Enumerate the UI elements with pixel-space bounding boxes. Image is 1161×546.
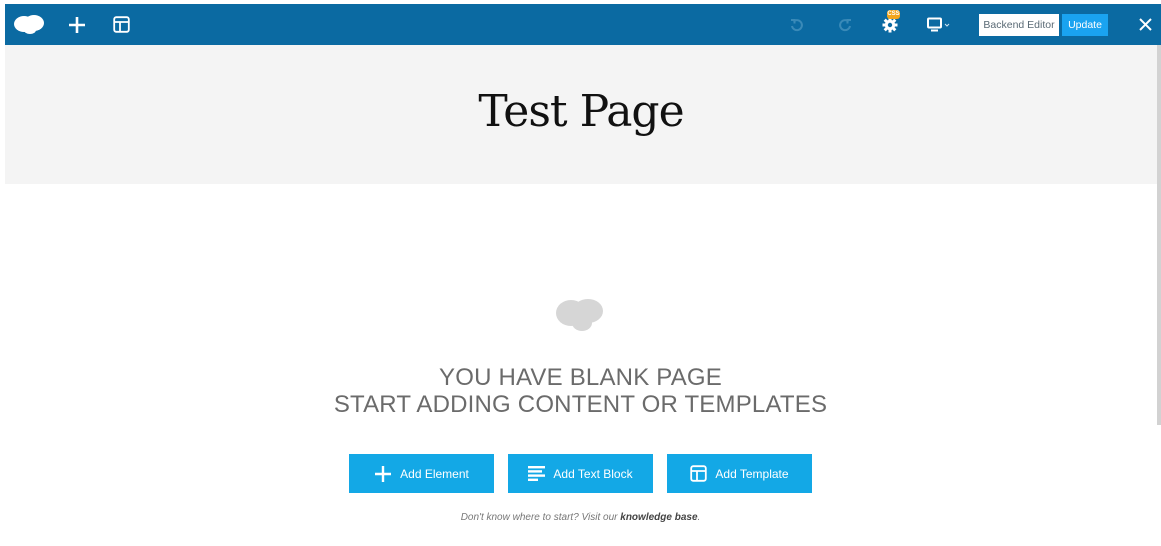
help-text-prefix: Don't know where to start? Visit our bbox=[460, 512, 621, 523]
add-element-button[interactable]: Add Element bbox=[349, 454, 494, 493]
close-icon[interactable] bbox=[1135, 4, 1155, 45]
plus-icon bbox=[375, 465, 392, 482]
page-title: Test Page bbox=[478, 86, 684, 137]
template-icon[interactable] bbox=[109, 4, 133, 45]
css-badge: CSS bbox=[887, 10, 900, 19]
add-text-block-button[interactable]: Add Text Block bbox=[508, 454, 653, 493]
top-toolbar: CSS Backend Editor Update bbox=[5, 4, 1161, 45]
settings-button[interactable]: CSS bbox=[875, 4, 905, 45]
undo-icon[interactable] bbox=[785, 4, 809, 45]
plus-icon[interactable] bbox=[65, 4, 89, 45]
responsive-toggle[interactable] bbox=[925, 4, 953, 45]
add-template-label: Add Template bbox=[715, 466, 789, 481]
add-text-block-label: Add Text Block bbox=[553, 466, 633, 481]
backend-editor-button[interactable]: Backend Editor bbox=[979, 14, 1059, 36]
blank-heading-line2: START ADDING CONTENT OR TEMPLATES bbox=[333, 391, 828, 418]
cloud-logo-icon[interactable] bbox=[12, 4, 46, 45]
cloud-logo-icon bbox=[554, 297, 606, 338]
title-band: Test Page bbox=[5, 45, 1157, 184]
help-text: Don't know where to start? Visit our kno… bbox=[0, 512, 1161, 523]
add-template-button[interactable]: Add Template bbox=[667, 454, 812, 493]
knowledge-base-link[interactable]: knowledge base bbox=[620, 512, 697, 523]
help-text-suffix: . bbox=[697, 512, 701, 523]
add-element-label: Add Element bbox=[400, 466, 469, 481]
monitor-icon bbox=[927, 17, 950, 31]
template-icon bbox=[690, 465, 708, 482]
text-lines-icon bbox=[528, 466, 546, 481]
redo-icon[interactable] bbox=[833, 4, 857, 45]
update-button[interactable]: Update bbox=[1062, 14, 1108, 36]
blank-heading-line1: YOU HAVE BLANK PAGE bbox=[439, 364, 722, 391]
blank-page-heading: YOU HAVE BLANK PAGE START ADDING CONTENT… bbox=[0, 364, 1161, 418]
